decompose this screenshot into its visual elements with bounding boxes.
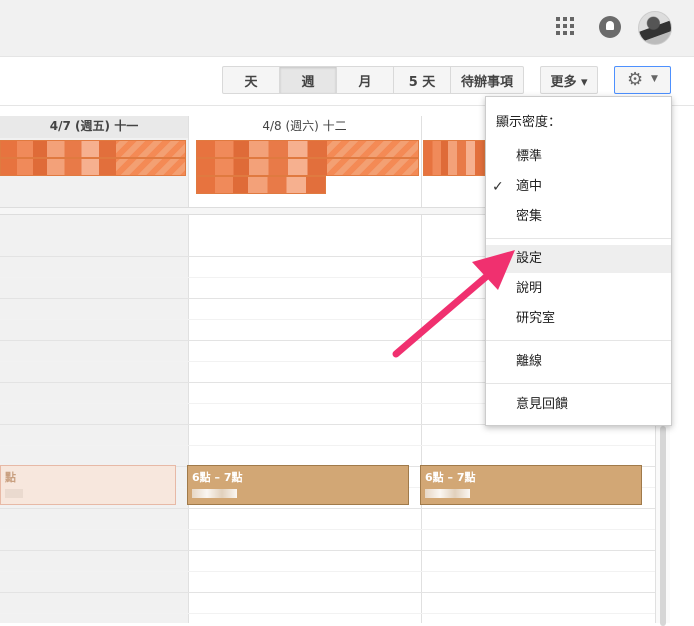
density-header: 顯示密度：: [496, 115, 562, 130]
event-time: 6點 – 7點: [425, 471, 476, 484]
event-title-blurred: [192, 489, 237, 498]
event-block[interactable]: 6點 – 7點: [187, 465, 409, 505]
allday-event[interactable]: [196, 158, 419, 176]
event-time: 點: [5, 471, 16, 484]
allday-event[interactable]: [0, 140, 186, 158]
hour-gridline: [0, 508, 655, 509]
settings-button[interactable]: ⚙ ▼: [614, 66, 671, 94]
menu-feedback[interactable]: 意見回饋: [486, 391, 671, 419]
event-title-blurred: [425, 489, 470, 498]
density-standard[interactable]: 標準: [486, 143, 671, 171]
chevron-down-icon: ▼: [651, 74, 658, 84]
scrollbar-thumb[interactable]: [660, 426, 666, 626]
event-time: 6點 – 7點: [192, 471, 243, 484]
allday-event[interactable]: [196, 176, 326, 194]
view-day-button[interactable]: 天: [222, 66, 280, 94]
view-week-button[interactable]: 週: [279, 66, 337, 94]
allday-event[interactable]: [196, 140, 419, 158]
gear-icon: ⚙: [627, 69, 644, 90]
annotation-arrow-icon: [392, 250, 515, 358]
hour-gridline: [0, 550, 655, 551]
more-button[interactable]: 更多 ▾: [540, 66, 598, 94]
hour-gridline: [0, 445, 655, 446]
apps-grid-icon[interactable]: [556, 17, 574, 35]
event-title-blurred: [5, 489, 23, 498]
view-month-button[interactable]: 月: [336, 66, 394, 94]
hour-gridline: [0, 571, 655, 572]
view-5days-button[interactable]: 5 天: [393, 66, 451, 94]
top-bar: [0, 0, 694, 57]
user-avatar[interactable]: [638, 11, 672, 45]
hour-gridline: [0, 592, 655, 593]
density-comfortable[interactable]: ✓ 適中: [486, 173, 671, 201]
density-compact[interactable]: 密集: [486, 203, 671, 231]
event-block[interactable]: 點: [0, 465, 176, 505]
allday-event[interactable]: [423, 140, 485, 176]
event-block[interactable]: 6點 – 7點: [420, 465, 642, 505]
view-agenda-button[interactable]: 待辦事項: [450, 66, 524, 94]
day-header-sat[interactable]: 4/8 (週六) 十二: [188, 116, 421, 138]
day-header-fri[interactable]: 4/7 (週五) 十一: [0, 116, 188, 138]
checkmark-icon: ✓: [492, 179, 504, 195]
bell-icon[interactable]: [599, 16, 621, 38]
allday-event[interactable]: [0, 158, 186, 176]
hour-gridline: [0, 529, 655, 530]
day-column-fri[interactable]: [0, 116, 188, 623]
hour-gridline: [0, 613, 655, 614]
